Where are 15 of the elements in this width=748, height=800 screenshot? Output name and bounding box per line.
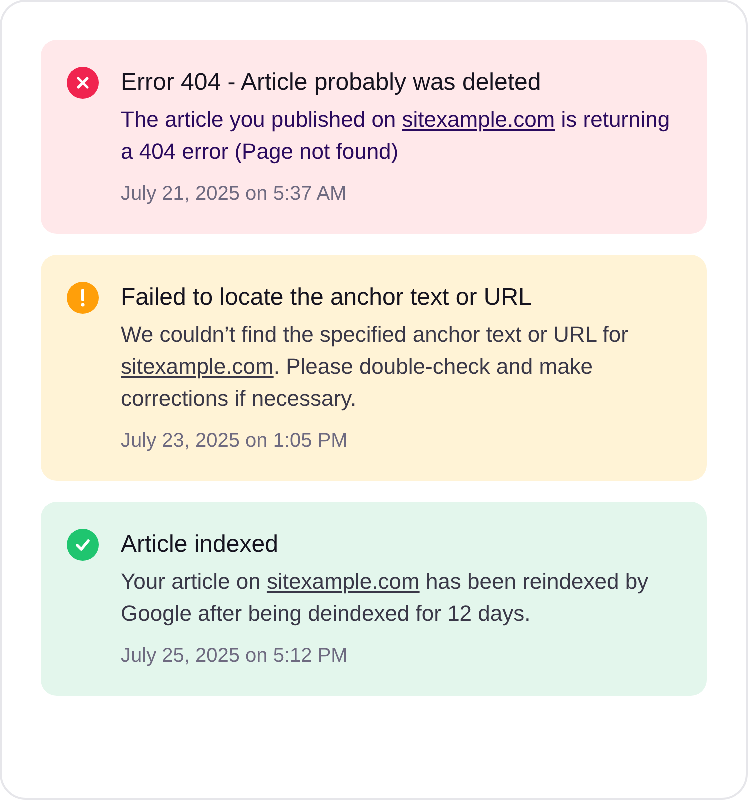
site-link[interactable]: sitexample.com	[402, 107, 556, 132]
notification-title: Failed to locate the anchor text or URL	[121, 283, 533, 313]
notification-date: July 21, 2025 on 5:37 AM	[121, 182, 348, 207]
notification-title: Article indexed	[121, 530, 280, 560]
notification-date: July 25, 2025 on 5:12 PM	[121, 644, 349, 669]
notification-date: July 23, 2025 on 1:05 PM	[121, 429, 349, 454]
notification-message: We couldn’t find the specified anchor text or URL for sitexample.com. Please double-check and make corrections if necessary.	[121, 321, 630, 413]
warning-icon	[67, 282, 99, 314]
error-icon	[67, 67, 99, 99]
site-link[interactable]: sitexample.com	[266, 569, 420, 594]
check-icon	[67, 529, 99, 561]
notification-message: The article you published on sitexample.com is returning a 404 error (Page not found)	[121, 106, 672, 166]
notification-message: Your article on sitexample.com has been reindexed by Google after being deindexed for 12 days.	[121, 568, 650, 628]
site-link[interactable]: sitexample.com	[121, 354, 274, 379]
notification-title: Error 404 - Article probably was deleted	[121, 68, 542, 98]
